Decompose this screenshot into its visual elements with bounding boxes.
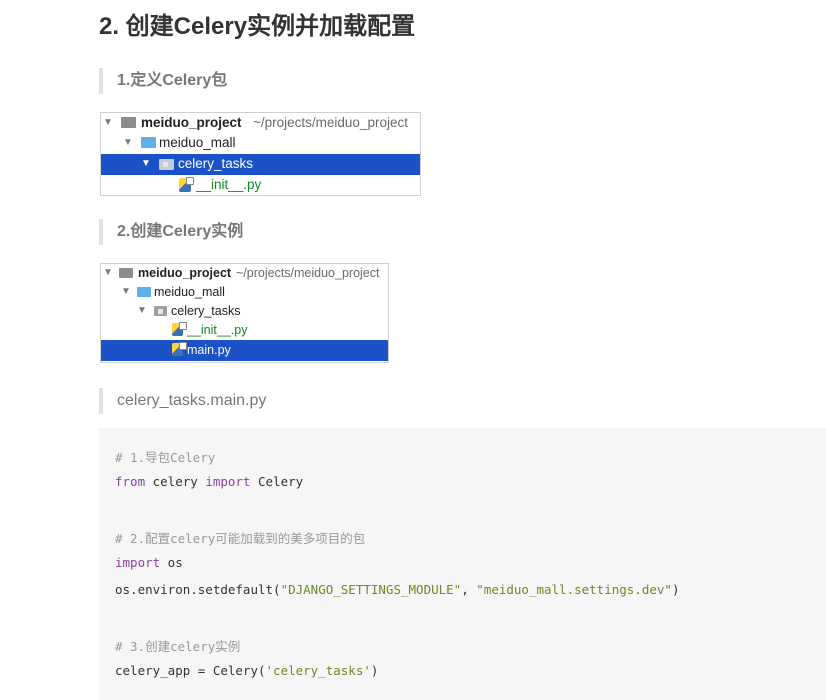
code-string: "DJANGO_SETTINGS_MODULE" (280, 582, 462, 597)
file-name: main.py (187, 343, 231, 357)
code-keyword: from (115, 474, 146, 489)
code-text: celery (145, 474, 206, 489)
tree-row-tasks-selected[interactable]: ▼ celery_tasks (101, 154, 420, 175)
step-2-title: 2.创建Celery实例 (99, 219, 243, 245)
project-name: meiduo_project (141, 115, 242, 130)
folder-icon (119, 268, 133, 278)
python-file-icon (172, 342, 187, 356)
code-text: , (461, 582, 477, 597)
folder-name: meiduo_mall (159, 135, 236, 150)
folder-name: celery_tasks (171, 304, 241, 318)
code-text: Celery (250, 474, 304, 489)
project-name: meiduo_project (138, 266, 232, 280)
folder-icon (141, 137, 156, 148)
chevron-down-icon[interactable]: ▼ (141, 158, 151, 169)
code-text: os (160, 555, 183, 570)
code-text: os.environ.setdefault( (115, 582, 281, 597)
project-path: ~/projects/meiduo_project (253, 115, 408, 130)
tree-row-main-selected[interactable]: main.py (101, 340, 388, 361)
section-heading: 2. 创建Celery实例并加载配置 (99, 13, 416, 40)
code-text: ) (671, 582, 680, 597)
folder-icon (121, 117, 136, 128)
code-line: import os (115, 555, 183, 570)
python-file-icon (172, 322, 187, 336)
project-tree-1: ▼ meiduo_project ~/projects/meiduo_proje… (100, 112, 421, 196)
code-text: celery_app = Celery( (115, 663, 266, 678)
code-string: 'celery_tasks' (265, 663, 371, 678)
tree-row-mall[interactable]: ▼ meiduo_mall (101, 134, 420, 154)
chevron-down-icon[interactable]: ▼ (121, 286, 131, 297)
code-string: "meiduo_mall.settings.dev" (476, 582, 672, 597)
file-name: __init__.py (187, 323, 248, 337)
tree-row-init[interactable]: __init__.py (101, 175, 420, 195)
tree-row-init[interactable]: __init__.py (101, 321, 388, 340)
folder-icon (137, 287, 151, 297)
code-block: # 1.导包Celery from celery import Celery #… (99, 428, 826, 700)
tree-row-tasks[interactable]: ▼ celery_tasks (101, 302, 388, 321)
code-comment: # 1.导包Celery (115, 450, 216, 465)
chevron-down-icon[interactable]: ▼ (137, 305, 147, 316)
code-comment: # 3.创建celery实例 (115, 639, 241, 654)
project-path: ~/projects/meiduo_project (236, 266, 380, 280)
project-tree-2: ▼ meiduo_project ~/projects/meiduo_proje… (100, 263, 389, 363)
code-line: celery_app = Celery('celery_tasks') (115, 663, 378, 678)
tree-row-mall[interactable]: ▼ meiduo_mall (101, 283, 388, 302)
folder-name: celery_tasks (178, 156, 254, 171)
code-keyword: import (205, 474, 251, 489)
code-line: os.environ.setdefault("DJANGO_SETTINGS_M… (115, 582, 679, 597)
chevron-down-icon[interactable]: ▼ (123, 137, 133, 148)
folder-name: meiduo_mall (154, 285, 225, 299)
step-1-title: 1.定义Celery包 (99, 68, 227, 94)
python-file-icon (179, 177, 194, 192)
chevron-down-icon[interactable]: ▼ (103, 267, 113, 278)
code-comment: # 2.配置celery可能加载到的美多项目的包 (115, 531, 366, 546)
code-line: from celery import Celery (115, 474, 303, 489)
chevron-down-icon[interactable]: ▼ (103, 117, 113, 128)
file-label: celery_tasks.main.py (99, 388, 266, 414)
tree-row-project[interactable]: ▼ meiduo_project ~/projects/meiduo_proje… (101, 264, 388, 283)
tree-row-project[interactable]: ▼ meiduo_project ~/projects/meiduo_proje… (101, 113, 420, 134)
code-keyword: import (115, 555, 161, 570)
file-name: __init__.py (196, 177, 262, 192)
code-text: ) (370, 663, 379, 678)
package-folder-icon (159, 159, 174, 170)
package-folder-icon (154, 306, 167, 316)
